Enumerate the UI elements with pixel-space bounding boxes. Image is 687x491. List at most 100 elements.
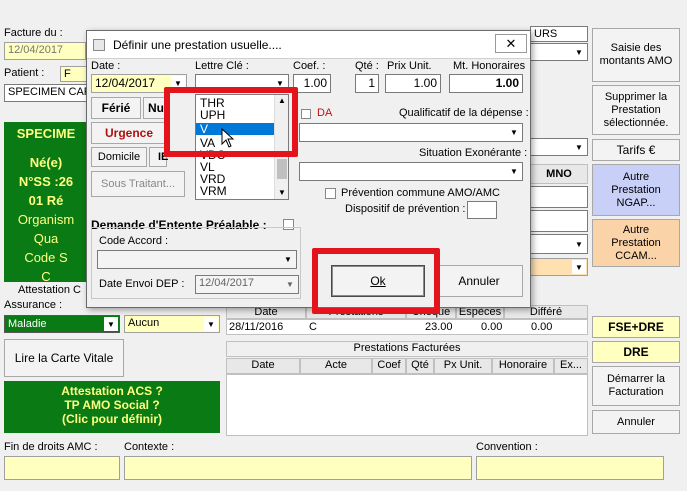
prevention-checkbox[interactable] bbox=[325, 188, 336, 199]
dialog-title: Définir une prestation usuelle.... bbox=[113, 38, 282, 52]
coef-field[interactable]: 1.00 bbox=[293, 74, 331, 93]
id-button[interactable]: IE bbox=[149, 147, 168, 167]
scroll-thumb[interactable] bbox=[277, 159, 287, 179]
patient-card-rank: 01 Ré bbox=[28, 193, 64, 208]
list-item-selected[interactable]: V bbox=[196, 123, 276, 135]
qualificatif-select[interactable]: ▼ bbox=[299, 123, 523, 142]
list-scrollbar[interactable]: ▲ ▼ bbox=[274, 95, 288, 199]
code-accord-select[interactable]: ▼ bbox=[97, 250, 297, 269]
mno-field-1[interactable] bbox=[530, 186, 588, 208]
scroll-up-icon[interactable]: ▲ bbox=[275, 95, 288, 107]
code-accord-label: Code Accord : bbox=[99, 235, 169, 247]
ferie-button[interactable]: Férié bbox=[91, 97, 141, 119]
payeur-value: Aucun bbox=[128, 317, 160, 329]
tarifs-button[interactable]: Tarifs € bbox=[592, 139, 680, 161]
list-item[interactable]: VRM bbox=[196, 185, 276, 197]
contexte-label: Contexte : bbox=[124, 441, 175, 453]
dre-button[interactable]: DRE bbox=[592, 341, 680, 363]
acs-line3: (Clic pour définir) bbox=[62, 412, 162, 426]
assurance-select[interactable]: Maladie ▼ bbox=[4, 315, 120, 333]
billed-header-qte: Qté bbox=[406, 358, 434, 374]
domicile-button[interactable]: Domicile bbox=[91, 147, 147, 167]
contexte-field[interactable] bbox=[124, 456, 472, 480]
qte-field[interactable]: 1 bbox=[355, 74, 379, 93]
assurance-label: Assurance : bbox=[4, 299, 63, 311]
facture-date-field[interactable]: 12/04/2017 bbox=[4, 42, 86, 60]
dialog-date-label: Date : bbox=[91, 60, 121, 72]
chevron-down-icon: ▼ bbox=[273, 76, 287, 91]
annuler-main-button[interactable]: Annuler bbox=[592, 410, 680, 434]
qte-label: Qté : bbox=[355, 60, 379, 72]
ok-button[interactable]: Ok bbox=[331, 265, 425, 297]
billed-grid-body[interactable] bbox=[226, 374, 588, 436]
da-checkbox[interactable] bbox=[301, 109, 311, 119]
ccam-label: Autre Prestation CCAM... bbox=[611, 223, 661, 262]
assurance-value: Maladie bbox=[8, 318, 47, 330]
sous-traitant-button[interactable]: Sous Traitant... bbox=[91, 171, 185, 197]
dialog-date-value: 12/04/2017 bbox=[95, 76, 156, 90]
acs-box[interactable]: Attestation ACS ? TP AMO Social ? (Clic … bbox=[4, 381, 220, 433]
prix-unit-field[interactable]: 1.00 bbox=[385, 74, 441, 93]
patient-card[interactable]: SPECIME Né(e) N°SS :26 01 Ré Organism Qu… bbox=[4, 122, 88, 284]
lettre-cle-list[interactable]: THR UPH V VA VDC VL VRD VRM ▲ ▼ bbox=[195, 94, 289, 200]
facture-label: Facture du : bbox=[4, 27, 63, 39]
billed-header-date: Date bbox=[226, 358, 300, 374]
chevron-down-icon: ▼ bbox=[572, 236, 586, 252]
billed-grid-title: Prestations Facturées bbox=[226, 341, 588, 357]
da-label: DA bbox=[317, 107, 333, 119]
situation-select[interactable]: ▼ bbox=[299, 162, 523, 181]
situation-label: Situation Exonérante : bbox=[419, 147, 528, 159]
prevention-label: Prévention commune AMO/AMC bbox=[341, 187, 500, 199]
dispositif-field[interactable] bbox=[467, 201, 497, 219]
history-cell-date: 28/11/2016 bbox=[229, 321, 284, 333]
read-card-button[interactable]: Lire la Carte Vitale bbox=[4, 339, 124, 377]
urgence-button[interactable]: Urgence bbox=[91, 122, 167, 144]
billed-header-ex: Ex... bbox=[554, 358, 588, 374]
billed-header-acte: Acte bbox=[300, 358, 372, 374]
table-row[interactable]: 28/11/2016 C 23.00 0.00 0.00 bbox=[226, 319, 588, 335]
saisie-amo-button[interactable]: Saisie des montants AMO bbox=[592, 28, 680, 82]
convention-field[interactable] bbox=[476, 456, 664, 480]
chevron-down-icon: ▼ bbox=[507, 164, 521, 179]
coef-label: Coef. : bbox=[293, 60, 326, 72]
qualificatif-label: Qualificatif de la dépense : bbox=[399, 107, 529, 119]
billed-header-coef: Coef bbox=[372, 358, 406, 374]
patient-code-field[interactable]: F bbox=[60, 66, 88, 82]
mt-honoraires-label: Mt. Honoraires bbox=[453, 60, 526, 72]
top-column-field: URS bbox=[530, 26, 588, 42]
fse-dre-button[interactable]: FSE+DRE bbox=[592, 316, 680, 338]
annuler-dialog-button[interactable]: Annuler bbox=[435, 265, 523, 297]
nuit-button[interactable]: Nu bbox=[143, 97, 167, 119]
lettre-cle-select[interactable]: ▼ bbox=[195, 74, 289, 93]
patient-card-org: Organism bbox=[17, 212, 75, 227]
patient-card-nss: N°SS :26 bbox=[18, 174, 74, 189]
supprimer-prestation-button[interactable]: Supprimer la Prestation sélectionnée. bbox=[592, 85, 680, 135]
patient-card-qua: Qua bbox=[33, 231, 59, 246]
close-icon[interactable]: ✕ bbox=[495, 34, 527, 53]
mno-orange-dropdown[interactable]: ▼ bbox=[530, 258, 588, 276]
chevron-down-icon: ▼ bbox=[507, 125, 521, 140]
ngap-label: Autre Prestation NGAP... bbox=[611, 170, 661, 209]
mt-honoraires-field[interactable]: 1.00 bbox=[449, 74, 523, 93]
mno-field-2[interactable] bbox=[530, 210, 588, 232]
chevron-down-icon: ▼ bbox=[283, 277, 297, 292]
list-item[interactable]: UPH bbox=[196, 109, 276, 121]
patient-name-field[interactable]: SPECIMEN CAR bbox=[4, 84, 88, 102]
date-envoi-field[interactable]: 12/04/2017 ▼ bbox=[195, 275, 299, 294]
lettre-cle-options: THR UPH V VA VDC VL VRD VRM bbox=[196, 95, 276, 199]
acs-line1: Attestation ACS ? bbox=[61, 384, 163, 398]
chevron-down-icon: ▼ bbox=[572, 45, 586, 59]
dialog-date-field[interactable]: 12/04/2017 ▼ bbox=[91, 74, 187, 93]
acs-line2: TP AMO Social ? bbox=[64, 398, 160, 412]
top-dropdown[interactable]: ▼ bbox=[530, 43, 588, 61]
scroll-down-icon[interactable]: ▼ bbox=[275, 187, 288, 199]
fin-droits-field[interactable] bbox=[4, 456, 120, 480]
attestation-label: Attestation C bbox=[18, 284, 81, 296]
autre-prestation-ccam-button[interactable]: Autre Prestation CCAM... bbox=[592, 219, 680, 267]
autre-prestation-ngap-button[interactable]: Autre Prestation NGAP... bbox=[592, 164, 680, 216]
payeur-select[interactable]: Aucun ▼ bbox=[124, 315, 220, 333]
mno-dropdown[interactable]: ▼ bbox=[530, 234, 588, 254]
demarrer-facturation-button[interactable]: Démarrer la Facturation bbox=[592, 366, 680, 406]
mid-dropdown[interactable]: ▼ bbox=[530, 138, 588, 156]
dispositif-label: Dispositif de prévention : bbox=[345, 203, 466, 215]
